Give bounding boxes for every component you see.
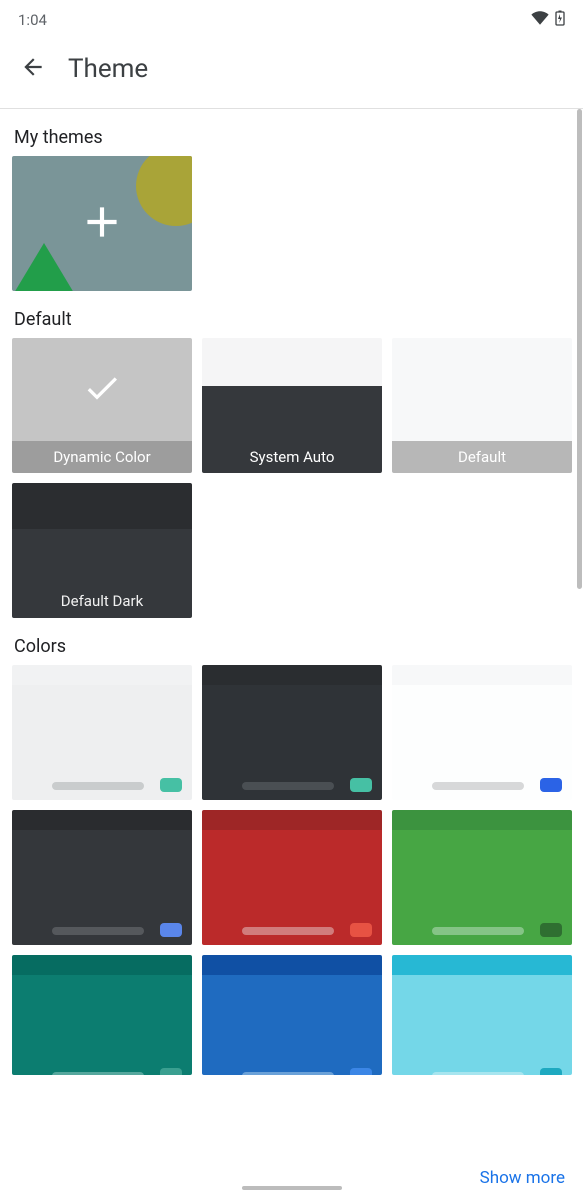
add-theme-tile[interactable] <box>12 156 192 291</box>
page-title: Theme <box>68 54 148 84</box>
content: My themes Default Dynamic Color System A… <box>0 109 583 1194</box>
color-tile-7[interactable] <box>202 955 382 1075</box>
default-grid: Dynamic Color System Auto Default Defaul… <box>12 338 571 618</box>
color-tile-4[interactable] <box>202 810 382 945</box>
theme-default[interactable]: Default <box>392 338 572 473</box>
nav-handle[interactable] <box>242 1186 342 1190</box>
status-time: 1:04 <box>18 11 47 29</box>
back-icon[interactable] <box>20 54 46 84</box>
section-colors: Colors <box>14 636 571 657</box>
color-tile-1[interactable] <box>202 665 382 800</box>
theme-dynamic-color[interactable]: Dynamic Color <box>12 338 192 473</box>
status-bar: 1:04 <box>0 0 583 36</box>
scrollbar[interactable] <box>577 109 582 589</box>
tile-label: Default Dark <box>12 592 192 610</box>
check-icon <box>75 368 129 412</box>
app-bar: Theme <box>0 36 583 108</box>
theme-system-auto[interactable]: System Auto <box>202 338 382 473</box>
section-my-themes: My themes <box>14 127 571 148</box>
show-more-link[interactable]: Show more <box>480 1168 565 1188</box>
tile-label: Dynamic Color <box>53 448 150 466</box>
colors-grid <box>12 665 571 1075</box>
status-icons <box>531 10 565 30</box>
tile-label: Default <box>458 448 506 466</box>
color-tile-6[interactable] <box>12 955 192 1075</box>
tile-label: System Auto <box>250 448 335 466</box>
color-tile-0[interactable] <box>12 665 192 800</box>
plus-icon <box>77 197 127 251</box>
my-themes-grid <box>12 156 571 291</box>
color-tile-3[interactable] <box>12 810 192 945</box>
battery-icon <box>555 10 565 30</box>
section-default: Default <box>14 309 571 330</box>
color-tile-8[interactable] <box>392 955 572 1075</box>
color-tile-5[interactable] <box>392 810 572 945</box>
color-tile-2[interactable] <box>392 665 572 800</box>
theme-default-dark[interactable]: Default Dark <box>12 483 192 618</box>
wifi-icon <box>531 11 549 29</box>
